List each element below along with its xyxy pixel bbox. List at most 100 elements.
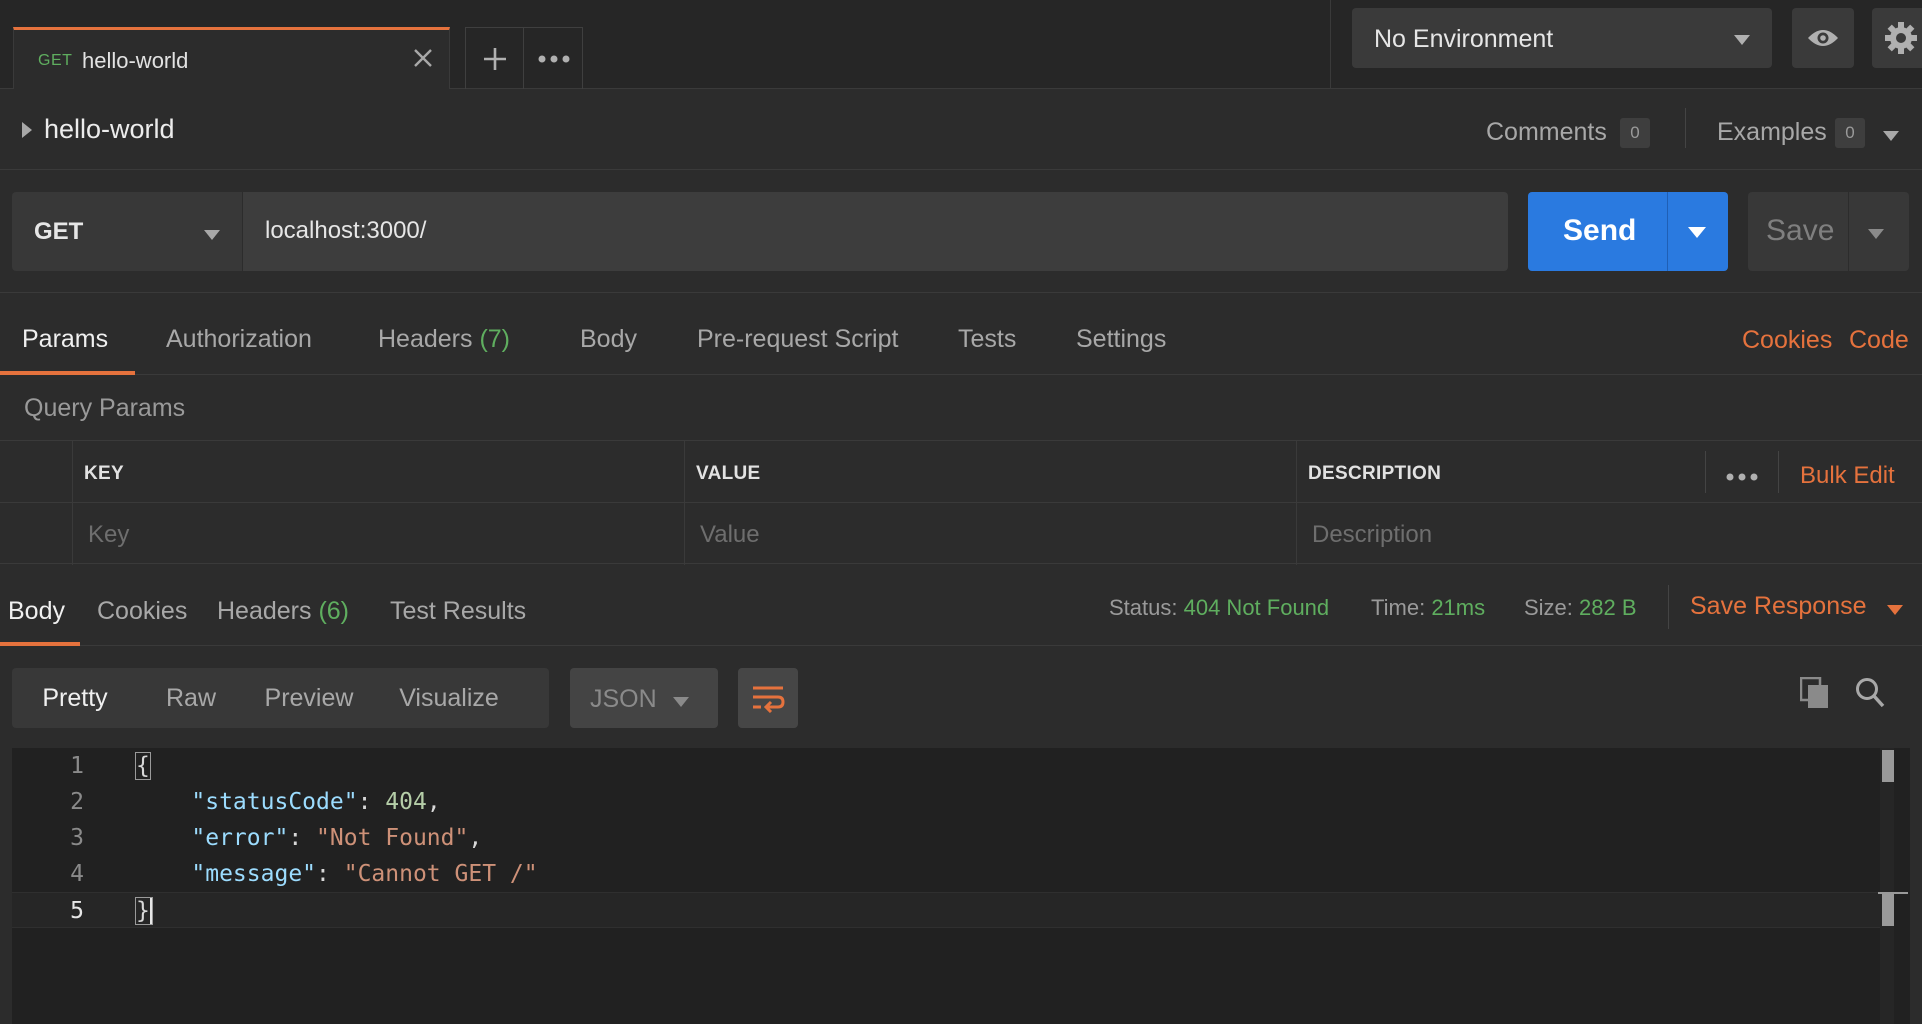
json-brace: } (135, 897, 153, 925)
save-options-chevron-down-icon[interactable] (1868, 226, 1884, 244)
view-mode-visualize[interactable]: Visualize (374, 668, 524, 728)
time-label: Time: (1371, 595, 1426, 620)
response-tab-cookies[interactable]: Cookies (97, 597, 187, 626)
environment-quick-look-button[interactable] (1792, 8, 1854, 68)
tab-actions (465, 27, 583, 89)
save-label: Save (1766, 214, 1835, 247)
request-tab-name: hello-world (82, 48, 189, 73)
tab-body[interactable]: Body (580, 325, 637, 354)
close-icon[interactable] (407, 42, 439, 74)
line-text: "error": "Not Found", (136, 820, 482, 856)
json-comma: , (468, 825, 483, 851)
save-button[interactable]: Save (1748, 192, 1909, 271)
value-input[interactable]: Value (700, 521, 760, 549)
active-tab-indicator (0, 371, 135, 375)
json-key: "message" (191, 861, 317, 887)
json-number: 404 (385, 789, 427, 815)
send-button[interactable]: Send (1528, 192, 1728, 271)
tab-more-button[interactable] (525, 28, 583, 89)
tab-params[interactable]: Params (22, 325, 108, 354)
json-separator: : (316, 861, 344, 887)
column-header-value: VALUE (696, 463, 761, 484)
view-mode-raw[interactable]: Raw (138, 668, 244, 728)
response-tab-headers[interactable]: Headers (6) (217, 597, 349, 626)
wrap-lines-icon (738, 668, 798, 728)
tab-headers[interactable]: Headers (7) (378, 325, 510, 354)
line-text: "statusCode": 404, (136, 784, 441, 820)
tab-authorization[interactable]: Authorization (166, 325, 312, 354)
comments-count-badge: 0 (1620, 118, 1650, 148)
table-column-divider (684, 441, 685, 565)
request-tab-method: GET (38, 52, 73, 69)
save-response-button[interactable]: Save Response (1690, 592, 1904, 622)
response-tab-headers-count: (6) (318, 597, 350, 625)
manage-environments-button[interactable] (1872, 8, 1922, 68)
response-time: Time: 21ms (1371, 595, 1485, 621)
url-input[interactable]: localhost:3000/ (243, 192, 1508, 271)
header-divider (1778, 451, 1779, 493)
bulk-edit-link[interactable]: Bulk Edit (1800, 462, 1895, 490)
environment-select[interactable]: No Environment (1352, 8, 1772, 68)
comments-label: Comments (1486, 118, 1607, 146)
request-tabs: Params Authorization Headers (7) Body Pr… (0, 292, 1922, 375)
url-value: localhost:3000/ (265, 217, 427, 244)
caret-right-icon[interactable] (22, 122, 32, 143)
active-response-tab-indicator (0, 642, 80, 646)
code-line-current: 5 } (12, 892, 1892, 928)
response-tab-test-results[interactable]: Test Results (390, 597, 526, 626)
description-input[interactable]: Description (1312, 521, 1432, 549)
json-key: "statusCode" (191, 789, 358, 815)
chevron-down-icon (1734, 32, 1750, 50)
tab-settings[interactable]: Settings (1076, 325, 1166, 354)
editor-scrollbar[interactable] (1880, 748, 1894, 1024)
environment-label: No Environment (1374, 25, 1554, 53)
search-icon[interactable] (1855, 677, 1885, 714)
table-column-divider (72, 441, 73, 565)
more-horizontal-icon[interactable] (1726, 468, 1758, 486)
tab-headers-count: (7) (479, 325, 511, 353)
request-tab-hello-world[interactable]: GET hello-world (13, 27, 450, 89)
examples-count-badge: 0 (1835, 118, 1865, 148)
new-tab-button[interactable] (466, 28, 524, 89)
response-meta-divider (1668, 585, 1669, 629)
response-body-editor[interactable]: 1 { 2 "statusCode": 404, 3 "error": "Not… (12, 748, 1910, 1024)
request-title[interactable]: hello-world (44, 114, 175, 145)
cookies-link[interactable]: Cookies (1742, 326, 1832, 355)
response-size: Size: 282 B (1524, 595, 1637, 621)
view-mode-preview[interactable]: Preview (244, 668, 374, 728)
scrollbar-marker (1882, 750, 1894, 782)
view-mode-pretty[interactable]: Pretty (12, 668, 138, 728)
json-comma: , (426, 789, 441, 815)
response-tabs: Body Cookies Headers (6) Test Results St… (0, 565, 1922, 646)
line-text: "message": "Cannot GET /" (136, 856, 537, 892)
code-line: 2 "statusCode": 404, (12, 784, 1892, 820)
size-value: 282 B (1579, 595, 1637, 620)
line-text: } (135, 893, 153, 929)
save-divider (1848, 192, 1849, 271)
wrap-lines-button[interactable] (738, 668, 798, 728)
response-status: Status: 404 Not Found (1109, 595, 1329, 621)
table-row-divider (0, 502, 1922, 503)
examples-chevron-down-icon[interactable] (1883, 128, 1899, 146)
json-separator: : (288, 825, 317, 851)
response-tab-body[interactable]: Body (8, 597, 65, 626)
tab-pre-request-script[interactable]: Pre-request Script (697, 325, 898, 354)
copy-icon[interactable] (1799, 676, 1830, 714)
status-label: Status: (1109, 595, 1178, 620)
gear-icon (1872, 8, 1922, 68)
scrollbar-thumb[interactable] (1882, 892, 1894, 926)
format-select[interactable]: JSON (570, 668, 718, 728)
column-header-key: KEY (84, 463, 124, 484)
code-link[interactable]: Code (1849, 326, 1909, 355)
send-options-chevron-down-icon[interactable] (1688, 225, 1706, 243)
status-value: 404 Not Found (1183, 595, 1330, 620)
tab-tests[interactable]: Tests (958, 325, 1016, 354)
request-title-row: hello-world Comments 0 Examples 0 (0, 90, 1922, 170)
table-column-divider (1296, 441, 1297, 565)
method-select[interactable]: GET (12, 192, 242, 271)
title-row-divider (1685, 108, 1686, 148)
json-brace: { (135, 752, 151, 780)
eye-icon (1792, 8, 1854, 68)
examples-label[interactable]: Examples (1717, 118, 1827, 147)
key-input[interactable]: Key (88, 521, 129, 549)
